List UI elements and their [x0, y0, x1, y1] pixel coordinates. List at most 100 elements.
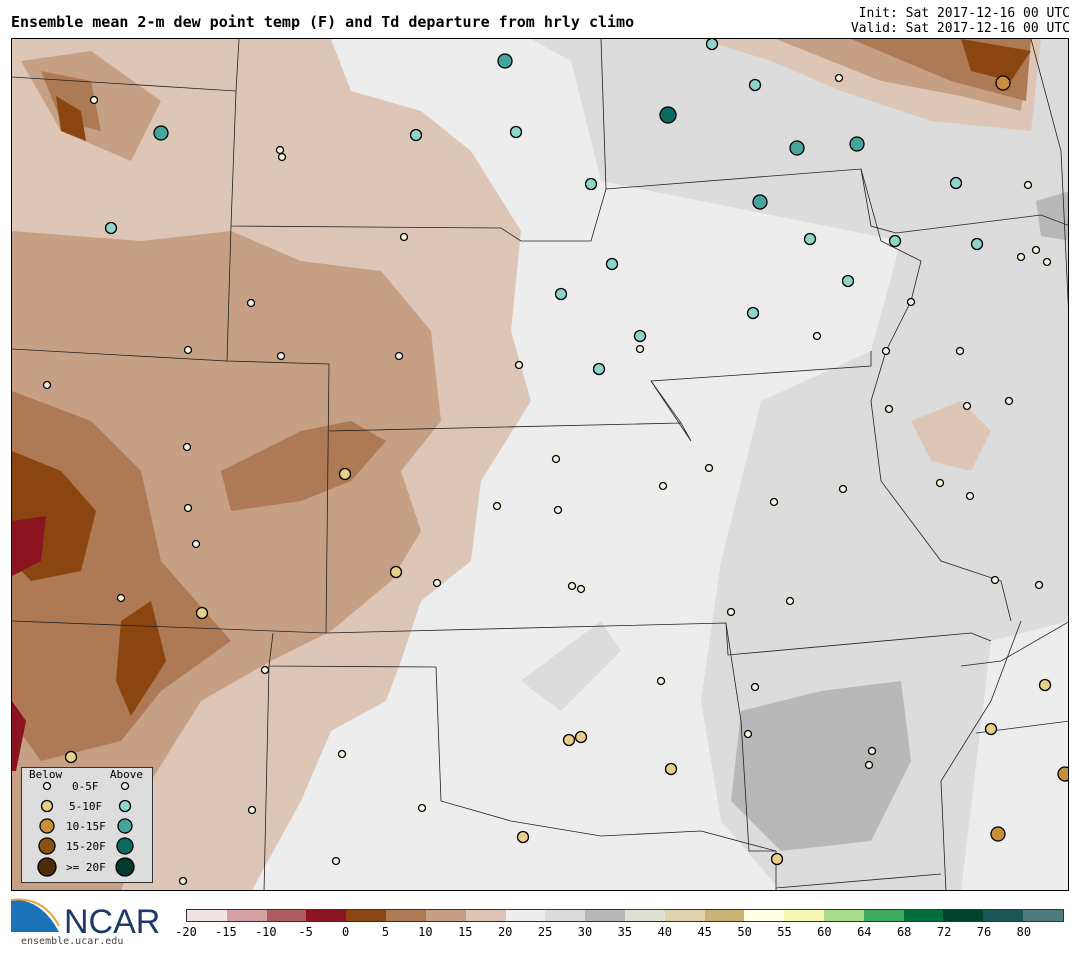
colorbar-tick-label: 0 — [341, 925, 350, 939]
station-marker — [432, 578, 442, 588]
station-marker — [89, 95, 99, 105]
colorbar-tick-label: 76 — [976, 925, 992, 939]
colorbar-swatch — [266, 910, 307, 921]
legend-above-marker — [120, 781, 130, 791]
colorbar-swatch — [346, 910, 387, 921]
station-marker — [195, 606, 209, 620]
colorbar-swatch — [664, 910, 705, 921]
station-marker — [399, 232, 409, 242]
logo-url: ensemble.ucar.edu — [21, 936, 124, 947]
station-marker — [183, 345, 193, 355]
station-marker — [990, 575, 1000, 585]
valid-time: Valid: Sat 2017-12-16 00 UTC — [850, 21, 1070, 36]
station-marker — [658, 481, 668, 491]
station-marker — [769, 497, 779, 507]
legend-below-marker — [42, 781, 52, 791]
legend-symbols — [37, 781, 135, 877]
map-legend: Below Above 0-5F 5-10F 10-15F 15-20F >= … — [21, 767, 153, 883]
colorbar-swatch — [187, 910, 227, 921]
station-marker — [984, 722, 998, 736]
colorbar-swatch — [983, 910, 1024, 921]
station-marker — [955, 346, 965, 356]
station-marker — [881, 346, 891, 356]
station-marker — [962, 401, 972, 411]
station-marker — [576, 584, 586, 594]
colorbar-swatch — [1023, 910, 1063, 921]
legend-below-marker — [39, 818, 55, 834]
station-marker — [191, 539, 201, 549]
colorbar-swatch — [226, 910, 267, 921]
station-marker — [656, 676, 666, 686]
station-marker — [743, 729, 753, 739]
time-info: Init: Sat 2017-12-16 00 UTC Valid: Sat 2… — [851, 6, 1070, 36]
station-marker — [704, 463, 714, 473]
colorbar-swatch — [943, 910, 984, 921]
station-marker — [970, 237, 984, 251]
legend-above-marker — [115, 857, 135, 877]
station-marker — [276, 351, 286, 361]
station-marker — [331, 856, 341, 866]
station-marker — [1023, 180, 1033, 190]
colorbar-tick-label: 64 — [857, 925, 872, 939]
station-marker — [659, 106, 677, 124]
colorbar-swatch — [903, 910, 944, 921]
colorbar-swatch — [386, 910, 426, 921]
legend-below-marker — [40, 799, 54, 813]
station-marker — [551, 454, 561, 464]
colorbar-swatch — [863, 910, 904, 921]
ncar-logo: NCAR — [10, 896, 161, 941]
legend-above-marker — [118, 799, 132, 813]
station-marker — [584, 177, 598, 191]
station-marker — [509, 125, 523, 139]
station-marker — [275, 145, 285, 155]
station-marker — [812, 331, 822, 341]
station-marker — [116, 593, 126, 603]
station-marker — [748, 78, 762, 92]
station-marker — [841, 274, 855, 288]
legend-above-marker — [116, 837, 134, 855]
colorbar-tick-label: 80 — [1016, 925, 1032, 939]
colorbar-swatch — [505, 910, 546, 921]
station-marker — [849, 136, 865, 152]
colorbar-swatch — [545, 910, 586, 921]
station-marker — [995, 75, 1011, 91]
colorbar-tick-label: 68 — [896, 925, 912, 939]
station-marker — [514, 360, 524, 370]
colorbar-swatch — [784, 910, 824, 921]
station-marker — [394, 351, 404, 361]
colorbar-swatch — [704, 910, 745, 921]
station-marker — [337, 749, 347, 759]
colorbar-tick-label: -5 — [298, 925, 313, 939]
colorbar-tick-label: 10 — [418, 925, 433, 939]
colorbar-tick-label: -15 — [215, 925, 237, 939]
station-marker — [417, 803, 427, 813]
station-marker — [864, 760, 874, 770]
station-marker — [750, 682, 760, 692]
colorbar-swatch — [624, 910, 665, 921]
station-marker — [664, 762, 678, 776]
station-marker — [516, 830, 530, 844]
colorbar-tick-label: -20 — [175, 925, 197, 939]
colorbar-swatch — [465, 910, 506, 921]
colorbar-tick-label: 72 — [936, 925, 952, 939]
station-marker — [567, 581, 577, 591]
station-marker — [1034, 580, 1044, 590]
station-marker — [884, 404, 894, 414]
station-marker — [906, 297, 916, 307]
station-marker — [1042, 257, 1052, 267]
station-marker — [553, 505, 563, 515]
colorbar-tick-label: 35 — [617, 925, 633, 939]
colorbar-tick-label: 15 — [458, 925, 473, 939]
init-time: Init: Sat 2017-12-16 00 UTC — [858, 6, 1070, 21]
station-marker — [635, 344, 645, 354]
colorbar-tick-label: 40 — [657, 925, 673, 939]
station-marker — [1016, 252, 1026, 262]
station-marker — [746, 306, 760, 320]
station-marker — [633, 329, 647, 343]
station-marker — [338, 467, 352, 481]
station-marker — [834, 73, 844, 83]
station-marker — [1038, 678, 1052, 692]
map-title: Ensemble mean 2-m dew point temp (F) and… — [11, 13, 635, 31]
station-marker — [705, 39, 719, 51]
station-marker — [888, 234, 902, 248]
